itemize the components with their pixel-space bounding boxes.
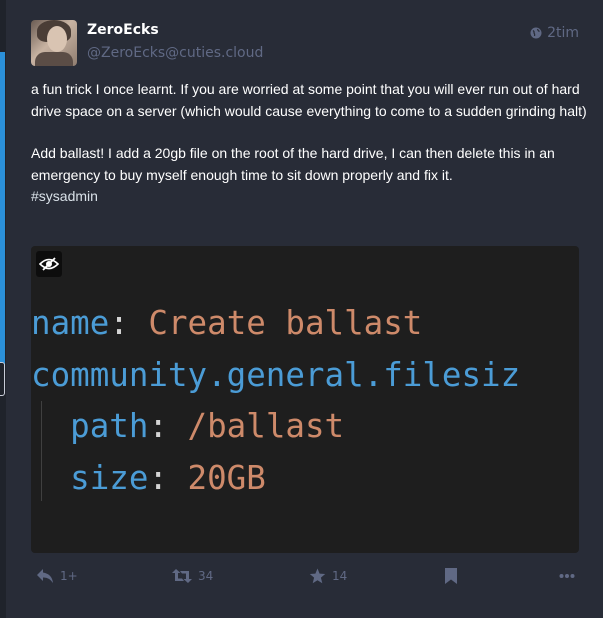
code-value: /ballast: [187, 407, 345, 445]
globe-icon: [530, 27, 542, 39]
code-separator: :: [148, 407, 188, 445]
status-action-bar: 1+ 34 14: [31, 568, 587, 592]
code-line: path: /ballast: [31, 401, 520, 453]
left-column-button-edge[interactable]: [0, 362, 5, 396]
bookmark-button[interactable]: [445, 568, 457, 584]
code-separator: :: [148, 458, 188, 497]
reblog-button[interactable]: 34: [172, 568, 213, 584]
avatar[interactable]: [31, 20, 77, 66]
star-icon: [309, 568, 326, 584]
display-name[interactable]: ZeroEcks: [87, 22, 159, 38]
code-line: name: Create ballast: [31, 298, 520, 350]
favourite-count: 14: [332, 569, 348, 583]
code-line: community.general.filesiz: [31, 350, 520, 402]
ellipsis-icon: [559, 574, 575, 578]
reply-icon: [37, 569, 53, 583]
code-line: size: 20GB: [31, 453, 520, 505]
code-key: path: [31, 407, 149, 445]
more-button[interactable]: [559, 568, 575, 584]
code-screenshot: name: Create ballast community.general.fi…: [31, 298, 520, 504]
status-content: a fun trick I once learnt. If you are wo…: [31, 79, 587, 229]
hide-media-button[interactable]: [36, 251, 62, 277]
left-column-accent: [0, 52, 5, 372]
eye-slash-icon: [39, 257, 59, 271]
code-key: name: [31, 304, 110, 342]
code-separator: :: [109, 304, 149, 342]
reply-count: 1+: [60, 569, 78, 583]
status-timestamp[interactable]: 2tim: [530, 25, 579, 41]
favourite-button[interactable]: 14: [309, 568, 347, 584]
media-attachment[interactable]: name: Create ballast community.general.fi…: [31, 246, 579, 553]
status-card[interactable]: ZeroEcks @ZeroEcks@cuties.cloud 2tim a f…: [18, 0, 603, 618]
code-key: community.general.filesiz: [31, 355, 521, 394]
account-handle[interactable]: @ZeroEcks@cuties.cloud: [87, 45, 263, 61]
code-value: Create ballast: [148, 304, 423, 342]
content-paragraph: a fun trick I once learnt. If you are wo…: [31, 81, 587, 119]
code-value: 20GB: [187, 458, 266, 497]
retweet-icon: [172, 569, 192, 583]
content-text: Add ballast! I add a 20gb file on the ro…: [31, 145, 555, 183]
content-paragraph: Add ballast! I add a 20gb file on the ro…: [31, 143, 587, 208]
code-key: size: [31, 458, 149, 497]
hashtag-link[interactable]: #sysadmin: [31, 188, 98, 204]
reblog-count: 34: [198, 569, 214, 583]
bookmark-icon: [445, 568, 457, 584]
reply-button[interactable]: 1+: [36, 568, 78, 584]
timestamp-text: 2tim: [547, 25, 579, 41]
